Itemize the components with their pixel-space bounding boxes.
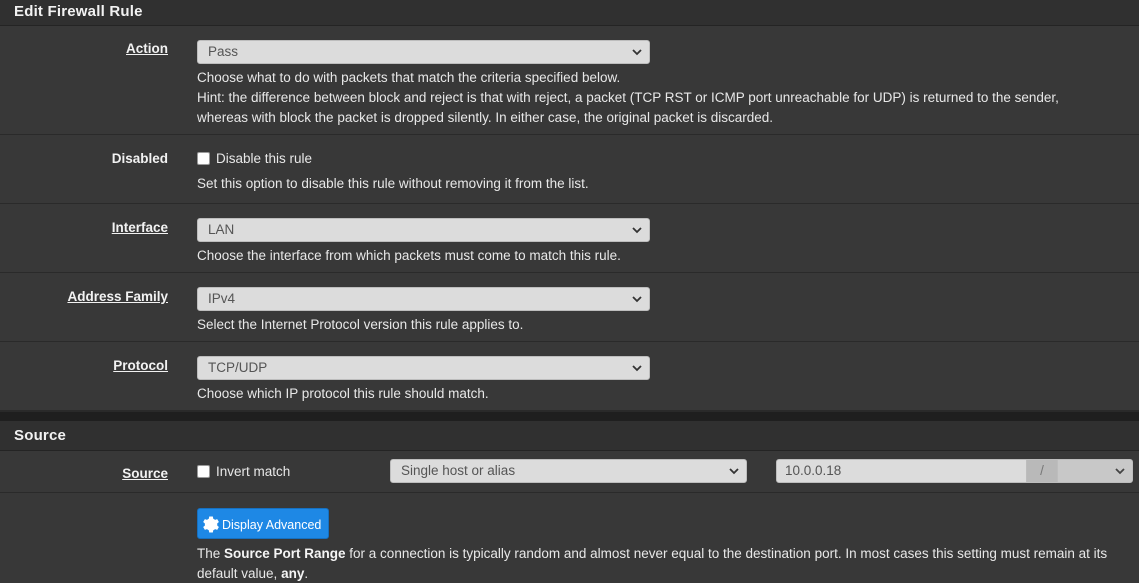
- chevron-down-icon: [632, 49, 642, 56]
- address-family-select-value: IPv4: [208, 291, 236, 306]
- action-row: Action Pass Choose what to do with packe…: [0, 26, 1139, 135]
- chevron-down-icon: [729, 468, 739, 475]
- protocol-select-value: TCP/UDP: [208, 360, 268, 375]
- source-port-range-term: Source Port Range: [224, 546, 346, 561]
- interface-select-value: LAN: [208, 222, 235, 237]
- address-family-select[interactable]: IPv4: [197, 287, 650, 311]
- disable-rule-checkbox[interactable]: [197, 152, 210, 165]
- chevron-down-icon: [632, 227, 642, 234]
- action-select-value: Pass: [208, 44, 239, 59]
- source-type-select[interactable]: Single host or alias: [390, 459, 747, 483]
- any-term: any: [281, 566, 305, 581]
- action-help: Choose what to do with packets that matc…: [197, 70, 621, 85]
- source-type-value: Single host or alias: [401, 463, 516, 478]
- address-family-row: Address Family IPv4 Select the Internet …: [0, 273, 1139, 342]
- disabled-row: Disabled Disable this rule Set this opti…: [0, 135, 1139, 204]
- interface-row: Interface LAN Choose the interface from …: [0, 204, 1139, 273]
- source-mask-select[interactable]: [1057, 459, 1133, 483]
- display-advanced-label: Display Advanced: [222, 518, 322, 532]
- chevron-down-icon: [632, 365, 642, 372]
- edit-firewall-rule-heading: Edit Firewall Rule: [0, 0, 1139, 26]
- interface-select[interactable]: LAN: [197, 218, 650, 242]
- source-address-value: 10.0.0.18: [785, 463, 842, 478]
- action-label: Action: [126, 41, 168, 56]
- protocol-select[interactable]: TCP/UDP: [197, 356, 650, 380]
- action-hint-cont: whereas with block the packet is dropped…: [197, 110, 774, 125]
- action-hint: Hint: the difference between block and r…: [197, 90, 1059, 105]
- protocol-label: Protocol: [113, 358, 168, 373]
- invert-match-label[interactable]: Invert match: [216, 464, 290, 479]
- section-divider: [0, 411, 1139, 421]
- display-advanced-button[interactable]: Display Advanced: [197, 508, 330, 539]
- action-select[interactable]: Pass: [197, 40, 650, 64]
- interface-help: Choose the interface from which packets …: [197, 248, 621, 263]
- source-label: Source: [122, 466, 168, 481]
- protocol-row: Protocol TCP/UDP Choose which IP protoco…: [0, 342, 1139, 411]
- disabled-help: Set this option to disable this rule wit…: [197, 176, 589, 191]
- source-title: Source: [14, 427, 67, 444]
- invert-match-checkbox[interactable]: [197, 465, 210, 478]
- cidr-slash: /: [1027, 459, 1057, 483]
- source-address-input[interactable]: 10.0.0.18: [776, 459, 1027, 483]
- disabled-label: Disabled: [111, 151, 168, 166]
- address-family-label: Address Family: [67, 289, 168, 304]
- source-port-help: The Source Port Range for a connection i…: [197, 546, 1108, 581]
- edit-firewall-rule-title: Edit Firewall Rule: [14, 3, 143, 20]
- protocol-help: Choose which IP protocol this rule shoul…: [197, 386, 489, 401]
- address-family-help: Select the Internet Protocol version thi…: [197, 317, 524, 332]
- interface-label: Interface: [111, 220, 168, 235]
- chevron-down-icon: [632, 296, 642, 303]
- source-row: Source Invert match Single host or alias…: [0, 451, 1139, 493]
- source-heading: Source: [0, 421, 1139, 451]
- disable-rule-checkbox-label[interactable]: Disable this rule: [216, 151, 312, 166]
- chevron-down-icon: [1115, 468, 1125, 475]
- advanced-row: Display Advanced The Source Port Range f…: [0, 493, 1139, 583]
- gear-icon: [203, 516, 219, 533]
